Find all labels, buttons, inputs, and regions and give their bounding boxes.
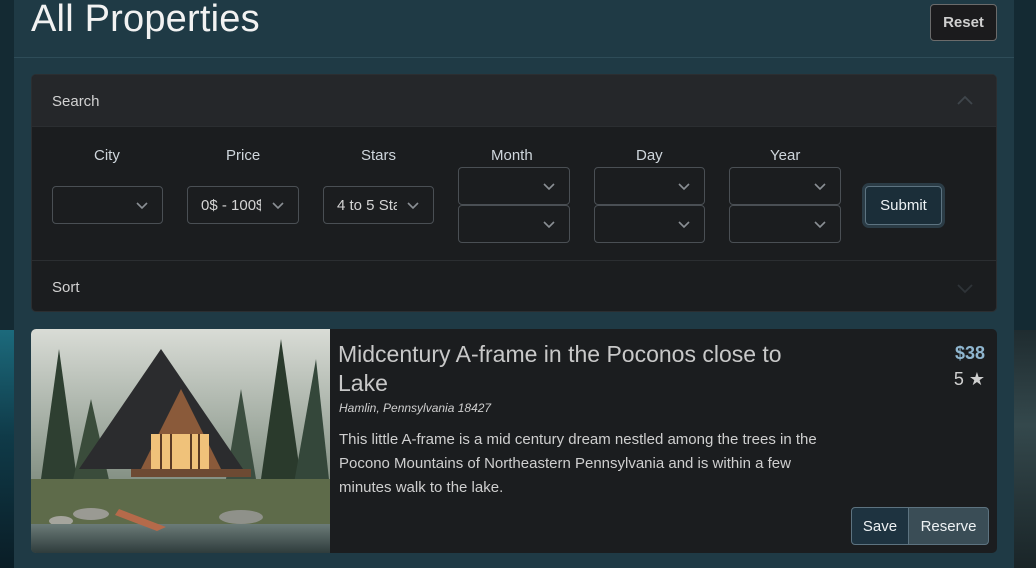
property-description: This little A-frame is a mid century dre… xyxy=(339,431,817,496)
property-card: Midcentury A-frame in the Poconos close … xyxy=(31,329,997,553)
chevron-down-icon xyxy=(407,202,419,210)
search-header-label: Search xyxy=(52,93,100,110)
month-from-select[interactable] xyxy=(458,167,570,205)
chevron-down-icon xyxy=(814,183,826,191)
background-image-left xyxy=(0,330,14,568)
chevron-down-icon xyxy=(957,284,973,294)
month-to-select[interactable] xyxy=(458,205,570,243)
property-rating: 5 ★ xyxy=(953,369,985,389)
year-from-select[interactable] xyxy=(729,167,841,205)
property-price: $38 xyxy=(954,343,985,363)
chevron-down-icon xyxy=(678,221,690,229)
year-label: Year xyxy=(770,147,801,164)
page-title: All Properties xyxy=(31,0,260,40)
chevron-down-icon xyxy=(543,221,555,229)
save-button[interactable]: Save xyxy=(851,507,909,545)
background-image-right xyxy=(1014,330,1036,568)
day-to-select[interactable] xyxy=(594,205,705,243)
chevron-down-icon xyxy=(543,183,555,191)
day-from-select[interactable] xyxy=(594,167,705,205)
chevron-down-icon xyxy=(678,183,690,191)
city-label: City xyxy=(94,147,120,164)
chevron-down-icon xyxy=(272,202,284,210)
sort-header-label: Sort xyxy=(52,279,80,296)
property-title[interactable]: Midcentury A-frame in the Poconos close … xyxy=(338,340,828,398)
year-to-select[interactable] xyxy=(729,205,841,243)
property-location: Hamlin, Pennsylvania 18427 xyxy=(339,401,492,415)
stars-label: Stars xyxy=(361,147,397,164)
property-photo[interactable] xyxy=(31,329,330,553)
sort-accordion-header[interactable]: Sort xyxy=(32,260,996,311)
city-select[interactable] xyxy=(52,186,163,224)
price-select[interactable]: 0$ - 100$ xyxy=(187,186,299,224)
submit-button[interactable]: Submit xyxy=(865,186,942,225)
day-label: Day xyxy=(636,147,663,164)
chevron-down-icon xyxy=(136,202,148,210)
month-label: Month xyxy=(491,147,533,164)
search-accordion-header[interactable]: Search xyxy=(32,75,996,127)
page-header: All Properties Reset xyxy=(14,0,1014,58)
reset-button[interactable]: Reset xyxy=(930,4,997,41)
price-label: Price xyxy=(226,147,261,164)
reserve-button[interactable]: Reserve xyxy=(909,507,989,545)
search-accordion: Search City Price Stars Month Day Year 0… xyxy=(31,74,997,312)
chevron-down-icon xyxy=(814,221,826,229)
price-select-value: 0$ - 100$ xyxy=(201,197,261,214)
stars-select-value: 4 to 5 Stars xyxy=(337,197,397,214)
stars-select[interactable]: 4 to 5 Stars xyxy=(323,186,434,224)
property-actions: Save Reserve xyxy=(851,507,989,545)
chevron-up-icon xyxy=(957,95,973,105)
main-container: All Properties Reset Search City Price S… xyxy=(14,0,1014,568)
